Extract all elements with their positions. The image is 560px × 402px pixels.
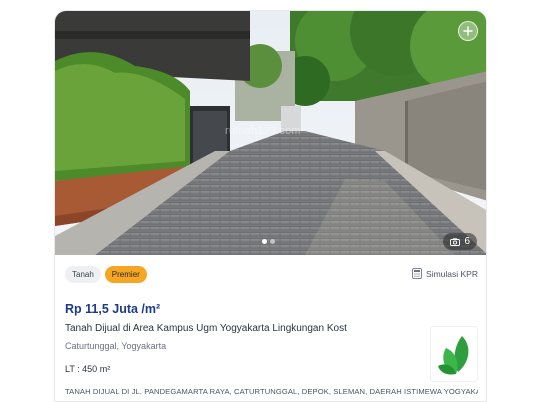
listing-price: Rp 11,5 Juta /m² (65, 302, 161, 316)
listing-title[interactable]: Tanah Dijual di Area Kampus Ugm Yogyakar… (65, 323, 405, 334)
favorite-button[interactable] (458, 21, 478, 41)
listing-photo[interactable]: rumah123.com 6 (55, 11, 486, 255)
carousel-dot[interactable] (270, 239, 275, 244)
listing-location: Caturtunggal, Yogyakarta (65, 341, 167, 351)
property-type-tag: Tanah (65, 266, 101, 283)
tag-list: Tanah Premier (65, 266, 147, 283)
land-area: LT : 450 m² (65, 364, 111, 374)
premier-badge: Premier (104, 266, 147, 283)
simulasi-kpr-link[interactable]: Simulasi KPR (412, 268, 478, 279)
calculator-icon (412, 268, 422, 279)
carousel-indicator (262, 239, 275, 244)
camera-icon (450, 237, 461, 246)
photo-count-value: 6 (464, 236, 470, 247)
plus-circle-icon (463, 26, 473, 36)
listing-details: Tanah Premier Simulasi KPR Rp 11,5 Juta … (55, 255, 486, 401)
listing-address: TANAH DIJUAL DI JL. PANDEGAMARTA RAYA, C… (65, 387, 478, 396)
simulasi-kpr-label: Simulasi KPR (426, 268, 478, 279)
carousel-dot[interactable] (262, 239, 267, 244)
photo-count-badge[interactable]: 6 (443, 233, 477, 250)
photo-watermark: rumah123.com (225, 125, 301, 137)
green-leaf-logo (438, 336, 469, 375)
listing-card[interactable]: rumah123.com 6 Tanah Premier Simulasi KP… (54, 10, 487, 402)
agency-logo[interactable] (430, 326, 478, 382)
